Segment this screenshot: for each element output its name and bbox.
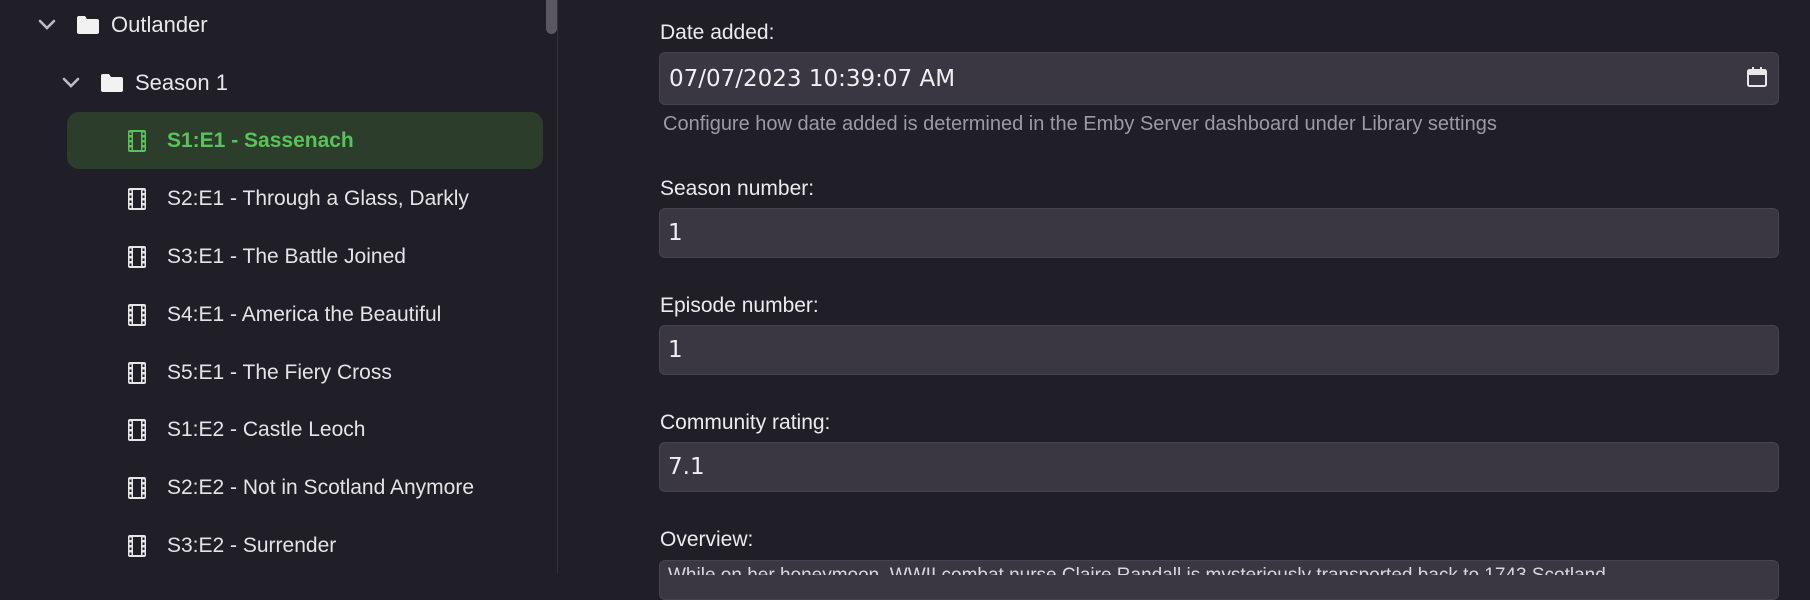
tree-item-episode[interactable]: S1:E2 - Castle Leoch: [67, 401, 543, 458]
metadata-editor-form: Date added: 07/07/2023 10:39:07 AM Confi…: [558, 0, 1810, 600]
film-icon: [126, 129, 148, 153]
season-number-label: Season number:: [660, 177, 815, 200]
episode-label: S1:E1 - Sassenach: [167, 128, 354, 152]
tree-item-episode[interactable]: S2:E1 - Through a Glass, Darkly: [67, 170, 543, 227]
tree-item-episode[interactable]: S3:E1 - The Battle Joined: [67, 228, 543, 285]
film-icon: [126, 187, 148, 211]
overview-label: Overview:: [660, 528, 754, 551]
chevron-down-icon[interactable]: [60, 72, 82, 94]
chevron-down-icon[interactable]: [36, 14, 58, 36]
date-added-input[interactable]: 07/07/2023 10:39:07 AM: [659, 52, 1779, 105]
episode-label: S5:E1 - The Fiery Cross: [167, 360, 392, 384]
tree-item-episode[interactable]: S4:E1 - America the Beautiful: [67, 286, 543, 343]
tree-item-season[interactable]: Season 1: [60, 55, 228, 111]
library-tree-sidebar: Outlander Season 1 S1:E1 - Sassenach S2:…: [0, 0, 557, 573]
season-number-value: 1: [668, 220, 683, 246]
tree-item-series[interactable]: Outlander: [36, 0, 208, 53]
episode-label: S4:E1 - America the Beautiful: [167, 302, 442, 326]
season-label: Season 1: [135, 70, 228, 95]
community-rating-input[interactable]: 7.1: [659, 442, 1779, 492]
film-icon: [126, 245, 148, 269]
series-label: Outlander: [111, 12, 208, 37]
date-added-value: 07/07/2023 10:39:07 AM: [669, 65, 956, 92]
folder-icon: [76, 14, 102, 36]
film-icon: [126, 534, 148, 558]
tree-item-episode[interactable]: S3:E2 - Surrender: [67, 517, 543, 573]
episode-label: S2:E1 - Through a Glass, Darkly: [167, 186, 469, 210]
episode-number-value: 1: [668, 337, 683, 363]
community-rating-label: Community rating:: [660, 411, 831, 434]
date-added-label: Date added:: [660, 21, 775, 44]
film-icon: [126, 361, 148, 385]
tree-item-episode[interactable]: S2:E2 - Not in Scotland Anymore: [67, 459, 543, 516]
episode-label: S1:E2 - Castle Leoch: [167, 417, 366, 441]
calendar-icon[interactable]: [1746, 66, 1768, 88]
episode-number-input[interactable]: 1: [659, 325, 1779, 375]
tree-item-episode[interactable]: S1:E1 - Sassenach: [67, 112, 543, 169]
film-icon: [126, 476, 148, 500]
season-number-input[interactable]: 1: [659, 208, 1779, 258]
film-icon: [126, 303, 148, 327]
episode-number-label: Episode number:: [660, 294, 819, 317]
tree-item-episode[interactable]: S5:E1 - The Fiery Cross: [67, 344, 543, 401]
date-added-help-text: Configure how date added is determined i…: [663, 113, 1497, 135]
sidebar-scrollbar[interactable]: [545, 0, 557, 573]
folder-icon: [100, 72, 126, 94]
overview-textarea[interactable]: While on her honeymoon, WWII combat nurs…: [659, 560, 1779, 600]
episode-label: S3:E2 - Surrender: [167, 533, 337, 557]
community-rating-value: 7.1: [668, 454, 705, 480]
film-icon: [126, 418, 148, 442]
episode-label: S2:E2 - Not in Scotland Anymore: [167, 475, 474, 499]
scrollbar-thumb[interactable]: [546, 0, 557, 34]
overview-value: While on her honeymoon, WWII combat nurs…: [668, 565, 1768, 575]
episode-label: S3:E1 - The Battle Joined: [167, 244, 406, 268]
